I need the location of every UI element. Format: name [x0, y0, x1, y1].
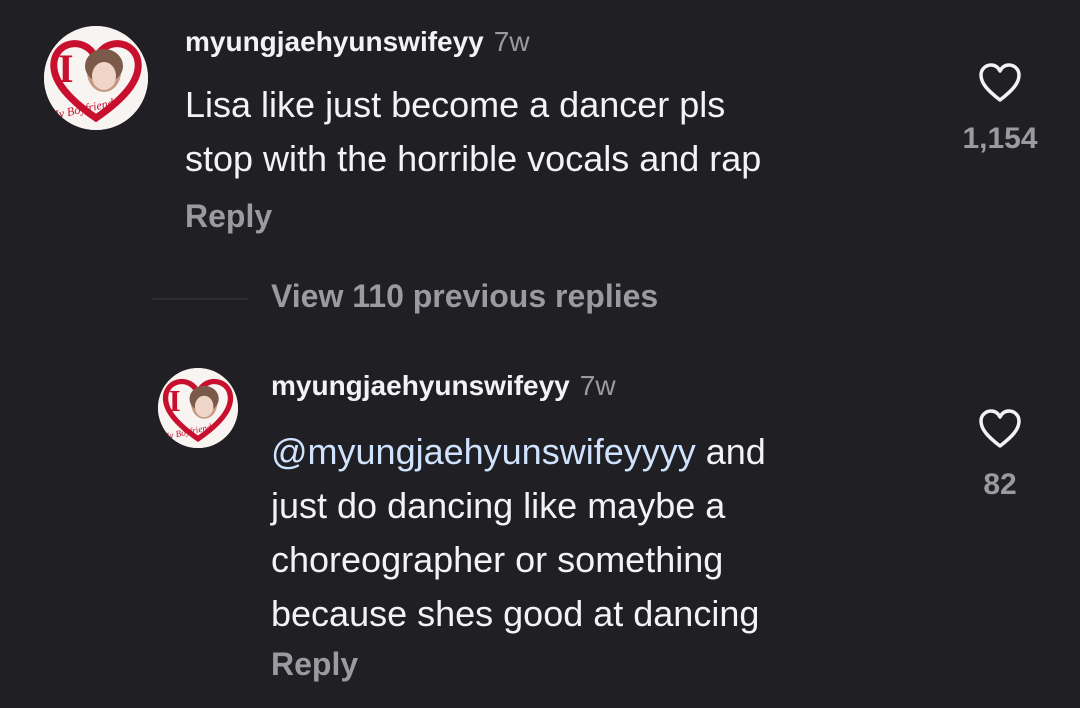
comment-time: 7w: [493, 26, 530, 57]
reply-line: choreographer or something: [271, 539, 724, 580]
comment-line: stop with the horrible vocals and rap: [185, 138, 762, 179]
reply-username[interactable]: myungjaehyunswifeyy 7w: [271, 370, 616, 402]
heart-outline-icon[interactable]: [977, 62, 1023, 104]
avatar[interactable]: I My Boyfriend: [44, 26, 148, 130]
username-text[interactable]: myungjaehyunswifeyy: [185, 26, 484, 57]
comment-body: Lisa like just become a dancer pls stop …: [185, 78, 761, 186]
reply-button[interactable]: Reply: [271, 646, 358, 683]
heart-outline-icon[interactable]: [977, 408, 1023, 450]
replies-divider: [152, 298, 248, 300]
avatar-image: I My Boyfriend: [158, 368, 238, 448]
avatar[interactable]: I My Boyfriend: [158, 368, 238, 448]
comment-thread: I My Boyfriend myungjaehyunswifeyy 7w Lis…: [0, 0, 1080, 708]
like-count: 1,154: [962, 122, 1038, 155]
reply-line: just do dancing like maybe a: [271, 485, 726, 526]
comment-line: Lisa like just become a dancer pls: [185, 84, 726, 125]
reply-line: @myungjaehyunswifeyyyy and: [271, 425, 766, 479]
reply-button[interactable]: Reply: [185, 198, 272, 235]
view-previous-replies-button[interactable]: View 110 previous replies: [271, 278, 658, 315]
reply-time: 7w: [579, 370, 616, 401]
reply-line: because shes good at dancing: [271, 593, 760, 634]
mention-link[interactable]: @myungjaehyunswifeyyyy: [271, 431, 696, 472]
avatar-image: I My Boyfriend: [44, 26, 148, 130]
reply-line-rest: and: [695, 431, 766, 472]
avatar-letter: I: [58, 46, 74, 91]
reply-body: @myungjaehyunswifeyyyy and just do danci…: [271, 425, 766, 641]
avatar-letter: I: [169, 384, 181, 418]
comment-username[interactable]: myungjaehyunswifeyy 7w: [185, 26, 530, 58]
username-text[interactable]: myungjaehyunswifeyy: [271, 370, 570, 401]
like-count: 82: [983, 468, 1017, 501]
